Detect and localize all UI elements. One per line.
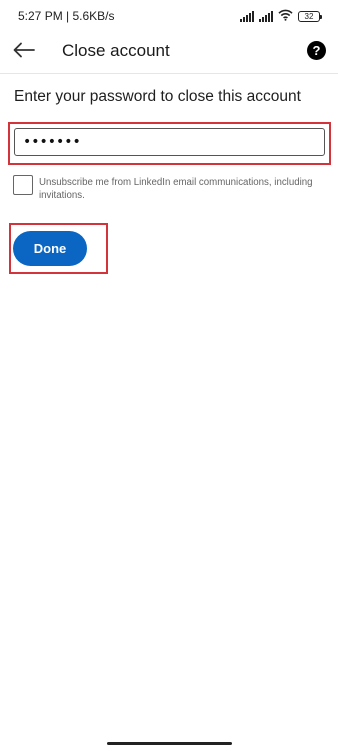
app-bar: Close account ?: [0, 32, 338, 74]
close-account-screen: 5:27 PM | 5.6KB/s 32 Close account ? Ent…: [0, 0, 338, 751]
help-button[interactable]: ?: [307, 41, 326, 60]
question-circle-icon: ?: [312, 43, 321, 58]
done-button[interactable]: Done: [13, 231, 87, 266]
unsubscribe-checkbox[interactable]: [13, 175, 33, 195]
signal-icon: [240, 10, 254, 22]
password-prompt: Enter your password to close this accoun…: [14, 88, 301, 105]
status-icons: 32: [240, 9, 322, 24]
home-indicator[interactable]: [107, 742, 232, 745]
password-field[interactable]: [14, 128, 325, 156]
page-title: Close account: [62, 41, 170, 60]
battery-icon: 32: [298, 10, 322, 22]
arrow-left-icon: [13, 42, 35, 63]
back-button[interactable]: [10, 38, 38, 66]
signal-icon-2: [259, 10, 273, 22]
status-bar: 5:27 PM | 5.6KB/s 32: [0, 0, 338, 32]
status-time-speed: 5:27 PM | 5.6KB/s: [18, 9, 115, 23]
unsubscribe-label: Unsubscribe me from LinkedIn email commu…: [39, 177, 313, 201]
wifi-icon: [278, 9, 293, 24]
